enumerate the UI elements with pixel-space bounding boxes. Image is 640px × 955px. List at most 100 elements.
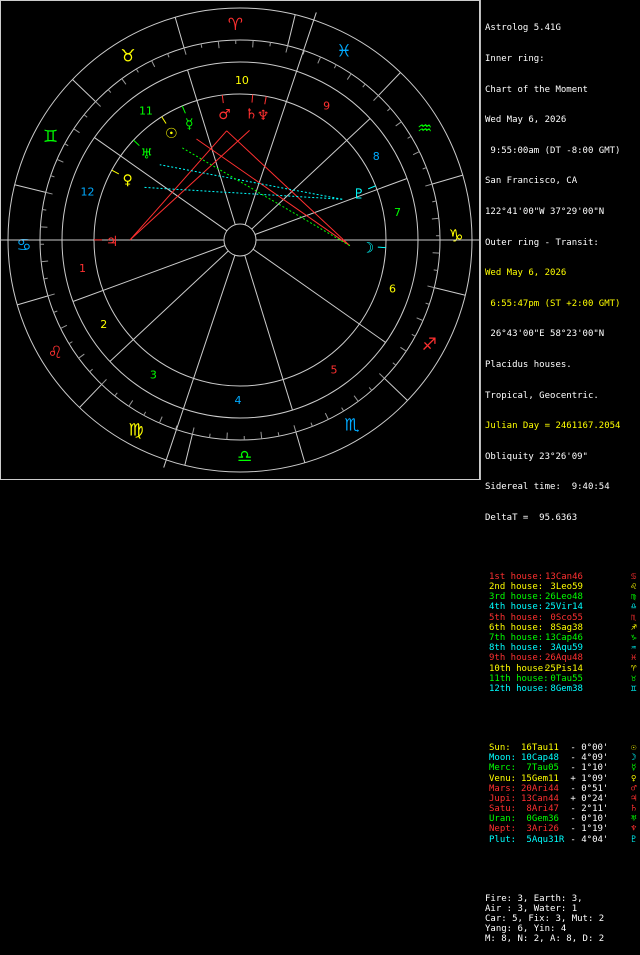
planet-position: 5Aqu31R: [521, 835, 564, 845]
planet-row: Venu:15Gem11 + 1°09'♀: [485, 774, 640, 784]
degree-tick: [417, 318, 423, 321]
sign-divider: [185, 434, 193, 465]
house-row: 11th house: 0Tau55♉: [485, 674, 640, 684]
planet-latitude: + 0°24': [565, 794, 608, 804]
planet-latitude: - 2°11': [565, 804, 608, 814]
planet-row: Jupi: 13Can44 + 0°24' ♃: [485, 794, 640, 804]
sign-icon: ♋: [631, 572, 636, 582]
outer-ring-label: Outer ring - Transit:: [485, 238, 640, 248]
planet-latitude: - 1°10': [565, 763, 608, 773]
planet-name: Jupi:: [489, 794, 516, 804]
planet-glyph-icon: ♇: [353, 187, 366, 203]
sign-divider: [384, 378, 407, 400]
degree-tick: [261, 432, 262, 439]
house-label: 5th house:: [489, 613, 543, 623]
zodiac-type: Tropical, Geocentric.: [485, 391, 640, 401]
degree-tick: [278, 432, 279, 436]
house-cusp-line: [94, 138, 226, 231]
planet-row: Moon:10Cap48 - 4°09'☽: [485, 753, 640, 763]
program-title: Astrolog 5.41G: [485, 23, 640, 33]
house-cusp-value: 13Can46: [545, 572, 583, 582]
degree-tick: [347, 74, 351, 80]
house-row: 3rd house:26Leo48♍: [485, 592, 640, 602]
degree-tick: [369, 387, 372, 390]
planet-tick: [182, 106, 185, 113]
house-row: 10th house:25Pis14♈: [485, 664, 640, 674]
chart-coords: 122°41'00"W 37°29'00"N: [485, 207, 640, 217]
house-row: 6th house: 8Sag38♐: [485, 623, 640, 633]
degree-tick: [108, 90, 111, 93]
house-number: 4: [235, 394, 242, 407]
pisces-icon: ♓: [336, 42, 351, 62]
degree-tick: [61, 325, 67, 328]
house-number: 9: [323, 99, 330, 112]
planet-tick: [368, 186, 375, 189]
degree-tick: [102, 379, 107, 384]
chart-wheel: ♈♉♊♋♌♍♎♏♐♑♒♓123456789101112☉☽☿♀♂♃♄♅♆♇: [0, 0, 480, 480]
house-row: 2nd house: 3Leo59♌: [485, 582, 640, 592]
planet-position: 20Ari44: [521, 784, 559, 794]
chart-date: Wed May 6, 2026: [485, 115, 640, 125]
aspect-line: [227, 131, 350, 246]
degree-tick: [184, 48, 186, 55]
aries-icon: ♈: [228, 15, 243, 35]
house-number: 5: [331, 363, 338, 376]
sign-icon: ♏: [631, 613, 636, 623]
sidereal-time: Sidereal time: 9:40:54: [485, 482, 640, 492]
planet-name: Mars:: [489, 784, 516, 794]
planet-icon: ♃: [631, 794, 636, 804]
planet-position: 3Ari26: [521, 824, 559, 834]
planet-name: Uran:: [489, 814, 516, 824]
house-cusp-value: 8Gem38: [545, 684, 583, 694]
sign-divider: [72, 80, 95, 102]
planet-latitude: - 0°51': [565, 784, 608, 794]
house-row: 4th house:25Vir14♎: [485, 602, 640, 612]
degree-tick: [374, 96, 379, 101]
julian-day: Julian Day = 2461167.2054: [485, 421, 640, 431]
degree-tick: [51, 176, 55, 177]
degree-tick: [136, 69, 138, 72]
degree-tick: [210, 434, 211, 438]
house-cusp-value: 13Cap46: [545, 633, 583, 643]
house-row: 7th house:13Cap46♑: [485, 633, 640, 643]
degree-tick: [318, 57, 321, 63]
degree-tick: [46, 192, 53, 194]
planet-name: Plut:: [489, 835, 516, 845]
degree-tick: [363, 84, 366, 87]
planet-row: Merc: 7Tau05 - 1°10'☿: [485, 763, 640, 773]
planet-position: 7Tau05: [521, 763, 559, 773]
degree-tick: [354, 396, 358, 402]
planet-position: 13Can44: [521, 794, 559, 804]
planet-position: 8Ari47: [521, 804, 559, 814]
sign-divider: [80, 384, 102, 407]
planet-icon: ♅: [631, 814, 636, 824]
house-number: 8: [373, 150, 380, 163]
planet-tick: [222, 95, 223, 103]
sagittarius-icon: ♐: [422, 335, 437, 355]
outer-coords: 26°43'00"E 58°23'00"N: [485, 329, 640, 339]
degree-tick: [423, 168, 427, 169]
house-cusp-value: 8Sag38: [545, 623, 583, 633]
degree-tick: [218, 41, 219, 48]
summary-line: M: 8, N: 2, A: 8, D: 2: [485, 934, 640, 944]
degree-tick: [69, 342, 72, 344]
sign-icon: ♓: [631, 653, 636, 663]
house-cusp-value: 25Pis14: [545, 664, 583, 674]
planet-glyph-icon: ♂: [218, 107, 231, 123]
planet-row: Mars:20Ari44 - 0°51'♂: [485, 784, 640, 794]
house-label: 9th house:: [489, 653, 543, 663]
degree-tick: [144, 412, 146, 416]
degree-tick: [54, 311, 58, 312]
degree-tick: [84, 115, 87, 118]
aquarius-icon: ♒: [417, 119, 432, 139]
planet-icon: ☉: [631, 743, 636, 753]
house-row: 8th house: 3Aqu59♒: [485, 643, 640, 653]
sign-icon: ♈: [631, 664, 636, 674]
planet-name: Venu:: [489, 774, 516, 784]
sign-icon: ♉: [631, 674, 636, 684]
degree-tick: [408, 136, 411, 138]
degree-tick: [393, 363, 396, 366]
planet-latitude: + 1°09': [565, 774, 608, 784]
house-label: 11th house:: [489, 674, 549, 684]
capricorn-icon: ♑: [448, 226, 463, 246]
